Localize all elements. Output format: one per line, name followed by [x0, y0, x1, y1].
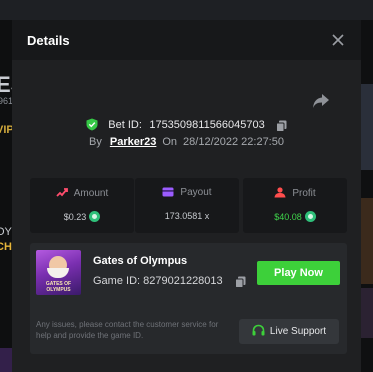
bet-id-label: Bet ID: — [108, 118, 142, 131]
play-now-button[interactable]: Play Now — [257, 261, 340, 285]
background-banner — [0, 0, 373, 20]
background-card — [0, 348, 12, 372]
profit-card: Profit $40.08 — [243, 178, 347, 233]
profit-value: $40.08 — [274, 212, 302, 222]
share-button[interactable] — [312, 93, 332, 111]
headset-icon — [252, 324, 265, 336]
profit-icon — [274, 187, 286, 198]
background-card — [361, 288, 373, 338]
profit-value-row: $40.08 — [243, 211, 347, 222]
bet-details-modal: Details Bet ID: 1753509811566045703 By P… — [12, 20, 361, 372]
background-left-panel: ES 961 VIP OY CH — [0, 20, 25, 372]
amount-value-row: $0.23 — [30, 211, 134, 222]
thumbnail-caption: GATES OF OLYMPUS — [45, 281, 72, 293]
modal-title: Details — [27, 33, 70, 48]
profit-header: Profit — [243, 187, 347, 199]
background-text: CH — [0, 241, 12, 253]
profit-label: Profit — [292, 188, 316, 199]
amount-card: Amount $0.23 — [30, 178, 134, 233]
zeus-beard-graphic — [47, 268, 69, 278]
close-icon — [332, 34, 344, 46]
bet-date: 28/12/2022 22:27:50 — [183, 136, 284, 148]
coin-icon — [304, 211, 316, 222]
bet-author-line: By Parker23 On 28/12/2022 22:27:50 — [12, 136, 361, 148]
payout-label: Payout — [180, 187, 212, 198]
share-icon — [313, 94, 329, 108]
live-support-label: Live Support — [269, 326, 327, 337]
live-support-button[interactable]: Live Support — [239, 319, 339, 344]
bet-id-value: 1753509811566045703 — [149, 118, 265, 131]
username-link[interactable]: Parker23 — [110, 136, 157, 148]
background-text: OY — [0, 226, 12, 238]
bet-id-line: Bet ID: 1753509811566045703 — [12, 116, 361, 132]
amount-label: Amount — [73, 188, 109, 199]
close-button[interactable] — [330, 32, 346, 48]
coin-icon — [89, 211, 101, 222]
background-card — [361, 198, 373, 284]
support-note: Any issues, please contact the customer … — [36, 320, 219, 340]
on-label: On — [162, 136, 178, 148]
payout-header: Payout — [135, 187, 239, 198]
payout-value: 173.0581 x — [164, 211, 210, 221]
copy-icon — [235, 276, 246, 288]
payout-card: Payout 173.0581 x — [135, 178, 239, 233]
payout-value-row: 173.0581 x — [135, 211, 239, 221]
game-name: Gates of Olympus — [93, 255, 188, 267]
copy-icon[interactable] — [276, 119, 287, 132]
modal-header: Details — [12, 20, 361, 60]
amount-value: $0.23 — [63, 212, 87, 222]
game-id: Game ID: 8279021228013 — [93, 275, 223, 287]
shield-check-icon — [86, 118, 98, 131]
by-label: By — [89, 136, 102, 148]
copy-game-id-button[interactable] — [235, 275, 246, 288]
payout-icon — [162, 187, 174, 197]
game-info-panel: GATES OF OLYMPUS Gates of Olympus Game I… — [30, 243, 347, 354]
background-right-panel — [361, 20, 373, 372]
amount-icon — [56, 188, 68, 197]
background-card — [361, 84, 373, 170]
amount-header: Amount — [30, 187, 134, 199]
game-thumbnail[interactable]: GATES OF OLYMPUS — [36, 250, 81, 295]
